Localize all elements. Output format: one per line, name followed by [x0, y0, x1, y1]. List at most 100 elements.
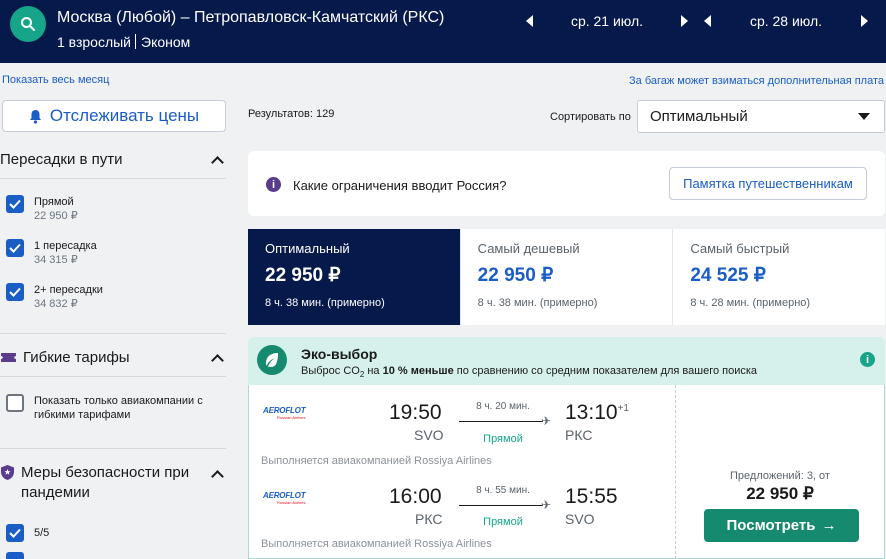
- tab-price: 24 525 ₽: [690, 265, 766, 286]
- offers-count: Предложений: 3, от: [730, 470, 830, 482]
- flex-fares-option[interactable]: Показать только авиакомпании с гибкими т…: [6, 394, 210, 422]
- flex-fares-title: Гибкие тарифы: [23, 349, 130, 366]
- stops-option-one[interactable]: 1 пересадка 34 315 ₽: [6, 239, 97, 267]
- route-title[interactable]: Москва (Любой) – Петропавловск-Камчатски…: [57, 9, 444, 27]
- sort-select[interactable]: Оптимальный: [637, 100, 885, 133]
- tab-duration: 8 ч. 28 мин. (примерно): [690, 297, 811, 309]
- outbound-date[interactable]: ср. 21 июл.: [571, 13, 643, 29]
- checkbox-checked[interactable]: [6, 552, 24, 559]
- flight-result-card[interactable]: AEROFLOT Russian Airlines 19:50 SVO 8 ч.…: [248, 385, 885, 559]
- collapse-icon: [212, 157, 222, 163]
- safety-title: Меры безопасности при пандемии: [21, 464, 190, 501]
- tab-price: 22 950 ₽: [477, 265, 554, 286]
- stops-option-two-plus[interactable]: 2+ пересадки 34 832 ₽: [6, 283, 103, 311]
- checkbox-checked[interactable]: [6, 524, 24, 542]
- eco-description: Выброс CO2 на 10 % меньше по сравнению с…: [301, 365, 758, 380]
- checkbox-checked[interactable]: [6, 283, 24, 301]
- arrow-right-icon: →: [821, 517, 837, 534]
- sort-value: Оптимальный: [650, 108, 748, 125]
- track-prices-button[interactable]: Отслеживать цены: [2, 100, 226, 132]
- tab-name: Самый быстрый: [690, 241, 790, 256]
- departure-time: 19:50: [389, 401, 442, 424]
- route-line: [459, 421, 543, 422]
- search-button[interactable]: [10, 6, 46, 42]
- check-icon: [9, 528, 21, 538]
- search-icon: [21, 17, 35, 31]
- track-prices-label: Отслеживать цены: [49, 106, 200, 125]
- info-icon[interactable]: i: [860, 352, 875, 367]
- route-line: [459, 505, 543, 506]
- checkbox-unchecked[interactable]: [6, 394, 24, 412]
- option-label: Прямой: [34, 196, 74, 208]
- divider: [0, 376, 226, 377]
- eco-title: Эко-выбор: [301, 346, 378, 362]
- prev-date-icon[interactable]: [704, 15, 711, 27]
- collapse-icon: [212, 355, 222, 361]
- arrival-time: 13:10+1: [565, 401, 629, 424]
- view-deal-button[interactable]: Посмотреть →: [704, 509, 859, 542]
- flight-duration: 8 ч. 55 мин.: [476, 485, 530, 496]
- option-price: 22 950 ₽: [34, 210, 78, 222]
- show-month-link[interactable]: Показать весь месяц: [2, 74, 109, 86]
- eco-choice-banner: Эко-выбор Выброс CO2 на 10 % меньше по с…: [248, 337, 885, 385]
- next-date-icon[interactable]: [860, 15, 868, 27]
- search-header: Москва (Любой) – Петропавловск-Камчатски…: [0, 0, 886, 63]
- outbound-date-picker: ср. 21 июл.: [526, 10, 688, 32]
- check-icon: [9, 287, 21, 297]
- operated-by: Выполняется авиакомпанией Rossiya Airlin…: [261, 455, 492, 467]
- stops-filter-header[interactable]: Пересадки в пути: [0, 151, 226, 168]
- cabin-label: Эконом: [141, 34, 191, 50]
- option-label: Показать только авиакомпании с гибкими т…: [34, 395, 203, 421]
- info-icon: i: [266, 177, 281, 192]
- results-count: Результатов: 129: [248, 108, 335, 120]
- dropdown-arrow-icon: [858, 113, 870, 120]
- plane-icon: ✈: [541, 414, 552, 428]
- leaf-icon: [257, 345, 287, 375]
- plane-icon: ✈: [541, 498, 552, 512]
- departure-airport: РКС: [415, 511, 443, 527]
- option-label: 5/5: [34, 527, 50, 539]
- tab-optimal[interactable]: Оптимальный 22 950 ₽ 8 ч. 38 мин. (приме…: [248, 229, 460, 325]
- arrival-time: 15:55: [565, 485, 618, 508]
- option-label: 2+ пересадки: [34, 284, 103, 296]
- arrival-airport: РКС: [565, 427, 593, 443]
- divider: [0, 333, 226, 334]
- traveller-memo-button[interactable]: Памятка путешественникам: [669, 167, 867, 200]
- check-icon: [9, 199, 21, 209]
- sort-tabs: Оптимальный 22 950 ₽ 8 ч. 38 мин. (приме…: [248, 229, 886, 325]
- passengers-label: 1 взрослый: [57, 34, 131, 50]
- prev-date-icon[interactable]: [526, 15, 533, 27]
- flight-leg-return: AEROFLOT Russian Airlines 16:00 РКС 8 ч.…: [249, 469, 675, 553]
- safety-option-next[interactable]: [6, 552, 24, 559]
- checkbox-checked[interactable]: [6, 239, 24, 257]
- stops-label: Прямой: [483, 433, 523, 445]
- checkbox-checked[interactable]: [6, 195, 24, 213]
- sort-label: Сортировать по: [550, 111, 631, 123]
- baggage-fee-link[interactable]: За багаж может взиматься дополнительная …: [629, 75, 884, 87]
- next-day-badge: +1: [617, 403, 629, 414]
- safety-option[interactable]: 5/5: [6, 524, 49, 542]
- next-date-icon[interactable]: [680, 15, 688, 27]
- tab-duration: 8 ч. 38 мин. (примерно): [477, 297, 598, 309]
- stops-option-direct[interactable]: Прямой 22 950 ₽: [6, 195, 78, 223]
- operated-by: Выполняется авиакомпанией Rossiya Airlin…: [261, 538, 492, 550]
- safety-filter-header[interactable]: Меры безопасности при пандемии: [0, 463, 226, 503]
- restrictions-question[interactable]: Какие ограничения вводит Россия?: [293, 178, 506, 193]
- shield-icon: [1, 465, 14, 480]
- option-label: 1 пересадка: [34, 240, 97, 252]
- divider: [0, 448, 226, 449]
- airline-logo: AEROFLOT Russian Airlines: [263, 491, 306, 505]
- tab-fastest[interactable]: Самый быстрый 24 525 ₽ 8 ч. 28 мин. (при…: [672, 229, 886, 325]
- tab-price: 22 950 ₽: [265, 265, 341, 286]
- stops-label: Прямой: [483, 516, 523, 528]
- return-date[interactable]: ср. 28 июл.: [750, 13, 822, 29]
- return-date-picker: ср. 28 июл.: [704, 10, 868, 32]
- separator: [135, 34, 136, 49]
- ticket-icon: [1, 353, 16, 362]
- tab-cheapest[interactable]: Самый дешевый 22 950 ₽ 8 ч. 38 мин. (при…: [459, 229, 673, 325]
- tab-duration: 8 ч. 38 мин. (примерно): [265, 297, 385, 309]
- departure-airport: SVO: [414, 427, 444, 443]
- departure-time: 16:00: [389, 485, 442, 508]
- flex-fares-filter-header[interactable]: Гибкие тарифы: [0, 349, 226, 366]
- travellers-summary[interactable]: 1 взрослый Эконом: [57, 34, 190, 50]
